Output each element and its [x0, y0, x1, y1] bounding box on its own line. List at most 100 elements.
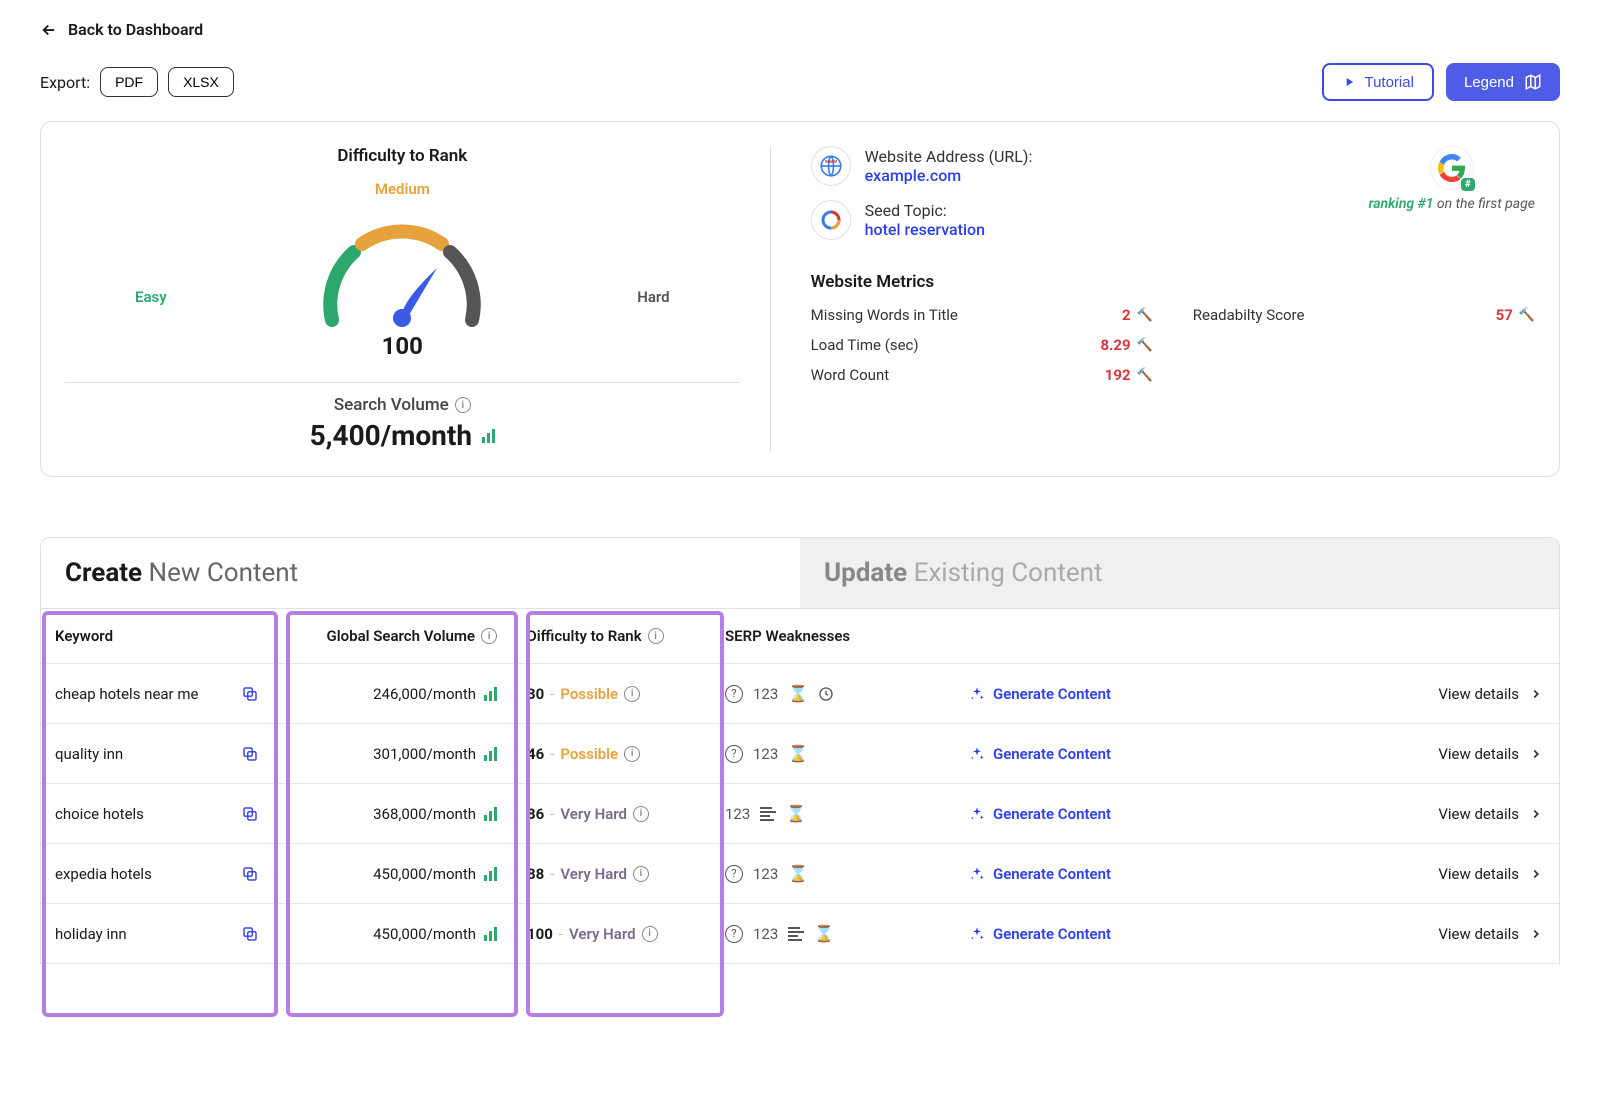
chevron-right-icon	[1529, 867, 1543, 881]
list-icon	[788, 927, 804, 941]
serp-123-label: 123	[753, 745, 778, 763]
back-label: Back to Dashboard	[68, 20, 203, 39]
info-icon[interactable]: i	[648, 628, 664, 644]
generate-content-link[interactable]: Generate Content	[891, 745, 1111, 763]
question-icon: ?	[725, 745, 743, 763]
serp-123-label: 123	[753, 685, 778, 703]
difficulty-gauge: Easy Medium Hard 100	[65, 170, 740, 370]
copy-icon[interactable]	[241, 685, 259, 703]
question-icon: ?	[725, 925, 743, 943]
view-details-link[interactable]: View details	[1111, 805, 1559, 823]
col-difficulty-header: Difficulty to Ranki	[527, 627, 711, 645]
hourglass-icon: ⌛	[786, 804, 806, 823]
clock-icon	[818, 686, 834, 702]
copy-icon[interactable]	[241, 865, 259, 883]
hourglass-icon: ⌛	[788, 864, 808, 883]
col-keyword-header: Keyword	[55, 627, 271, 645]
difficulty-label: Very Hard	[569, 925, 636, 943]
play-icon	[1342, 75, 1356, 89]
keyword-text: cheap hotels near me	[55, 685, 198, 703]
serp-weaknesses: ?123⌛	[711, 864, 891, 883]
readability-label: Readabilty Score	[1193, 306, 1305, 324]
difficulty-label: Very Hard	[560, 805, 627, 823]
tutorial-button[interactable]: Tutorial	[1322, 63, 1433, 101]
sparkle-icon	[969, 806, 985, 822]
export-row: Export: PDF XLSX	[40, 67, 234, 97]
table-row: holiday inn450,000/month100-Very Hardi?1…	[41, 904, 1559, 964]
gauge-score: 100	[382, 332, 423, 360]
summary-card: Difficulty to Rank Easy Medium Hard 100 …	[40, 121, 1560, 477]
info-icon[interactable]: i	[633, 806, 649, 822]
seed-value[interactable]: hotel reservation	[865, 220, 985, 239]
generate-content-link[interactable]: Generate Content	[891, 805, 1111, 823]
legend-button[interactable]: Legend	[1446, 63, 1560, 101]
hourglass-icon: ⌛	[814, 924, 834, 943]
svg-text:www: www	[825, 159, 837, 165]
export-xlsx-button[interactable]: XLSX	[168, 67, 234, 97]
copy-icon[interactable]	[241, 745, 259, 763]
serp-123-label: 123	[753, 925, 778, 943]
hourglass-icon: ⌛	[788, 744, 808, 763]
view-details-link[interactable]: View details	[1111, 865, 1559, 883]
info-icon[interactable]: i	[624, 746, 640, 762]
serp-weaknesses: 123⌛	[711, 804, 891, 823]
content-tabs: Create New Content Update Existing Conte…	[40, 537, 1560, 609]
generate-content-link[interactable]: Generate Content	[891, 865, 1111, 883]
table-row: choice hotels368,000/month86-Very Hardi1…	[41, 784, 1559, 844]
hourglass-icon: ⌛	[788, 684, 808, 703]
view-details-link[interactable]: View details	[1111, 745, 1559, 763]
difficulty-number: 30	[527, 685, 544, 703]
volume-value: 450,000/month	[373, 925, 476, 943]
view-details-link[interactable]: View details	[1111, 685, 1559, 703]
back-to-dashboard-link[interactable]: Back to Dashboard	[40, 20, 1560, 39]
gauge-easy-label: Easy	[135, 288, 167, 306]
url-label: Website Address (URL):	[865, 147, 1033, 166]
hammer-icon: 🔨	[1137, 308, 1153, 323]
gauge-medium-label: Medium	[375, 180, 430, 198]
info-icon[interactable]: i	[642, 926, 658, 942]
url-value[interactable]: example.com	[865, 166, 962, 185]
difficulty-number: 46	[527, 745, 544, 763]
word-count-value: 192🔨	[1105, 366, 1153, 384]
table-row: cheap hotels near me246,000/month30-Poss…	[41, 664, 1559, 724]
serp-weaknesses: ? 123 ⌛	[711, 924, 891, 943]
missing-words-value: 2🔨	[1122, 306, 1153, 324]
keyword-text: choice hotels	[55, 805, 144, 823]
tab-update-content[interactable]: Update Existing Content	[800, 538, 1559, 608]
map-icon	[1524, 73, 1542, 91]
load-time-value: 8.29🔨	[1100, 336, 1152, 354]
info-icon[interactable]: i	[455, 397, 471, 413]
copy-icon[interactable]	[241, 805, 259, 823]
view-details-link[interactable]: View details	[1111, 925, 1559, 943]
volume-value: 246,000/month	[373, 685, 476, 703]
sparkle-icon	[969, 866, 985, 882]
bar-chart-icon	[484, 687, 497, 701]
table-header: Keyword Global Search Volumei Difficulty…	[41, 609, 1559, 664]
hammer-icon: 🔨	[1519, 308, 1535, 323]
chevron-right-icon	[1529, 747, 1543, 761]
copy-icon[interactable]	[241, 925, 259, 943]
info-icon[interactable]: i	[481, 628, 497, 644]
info-icon[interactable]: i	[624, 686, 640, 702]
col-volume-header: Global Search Volumei	[271, 627, 497, 645]
chevron-right-icon	[1529, 687, 1543, 701]
search-volume-label: Search Volume i	[65, 395, 740, 415]
table-row: quality inn301,000/month46-Possiblei?123…	[41, 724, 1559, 784]
difficulty-title: Difficulty to Rank	[65, 146, 740, 166]
search-volume-value: 5,400/month	[65, 419, 740, 452]
seed-label: Seed Topic:	[865, 201, 985, 220]
google-icon: #	[1430, 146, 1474, 190]
bar-chart-icon	[484, 927, 497, 941]
info-icon[interactable]: i	[633, 866, 649, 882]
generate-content-link[interactable]: Generate Content	[891, 925, 1111, 943]
volume-value: 450,000/month	[373, 865, 476, 883]
chevron-right-icon	[1529, 807, 1543, 821]
tab-create-content[interactable]: Create New Content	[41, 538, 800, 608]
readability-value: 57🔨	[1496, 306, 1535, 324]
export-pdf-button[interactable]: PDF	[100, 67, 158, 97]
serp-weaknesses: ?123⌛	[711, 684, 891, 703]
keyword-text: expedia hotels	[55, 865, 152, 883]
magnify-ring-icon	[811, 200, 851, 240]
load-time-label: Load Time (sec)	[811, 336, 919, 354]
generate-content-link[interactable]: Generate Content	[891, 685, 1111, 703]
